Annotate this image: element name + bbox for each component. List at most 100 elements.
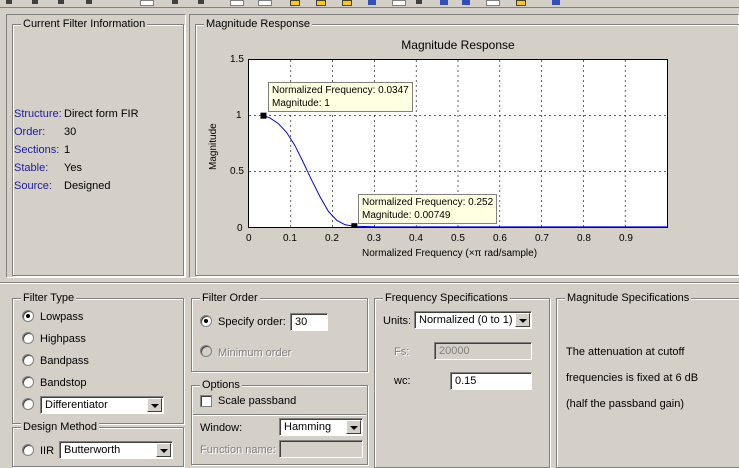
options-title: Options: [200, 378, 242, 392]
datatip-stopband[interactable]: Normalized Frequency: 0.252 Magnitude: 0…: [358, 194, 498, 224]
lowpass-radio[interactable]: [22, 310, 34, 322]
chevron-down-icon[interactable]: [515, 313, 530, 327]
magnitude-icon[interactable]: [290, 0, 300, 6]
divider: [0, 282, 739, 284]
datatip-passband-frequency: Normalized Frequency: 0.0347: [272, 85, 409, 96]
print-icon[interactable]: [86, 0, 92, 4]
iir-radio[interactable]: [22, 444, 34, 456]
whats-this-icon[interactable]: [552, 0, 560, 5]
zoom-out-icon[interactable]: [198, 0, 204, 4]
iir-method-select-value: Butterworth: [64, 444, 121, 456]
zoom-in-icon[interactable]: [172, 0, 178, 4]
bandpass-label[interactable]: Bandpass: [40, 354, 89, 368]
open-icon[interactable]: [32, 0, 38, 4]
info-row-structure: Structure: Direct form FIR: [14, 107, 139, 121]
info-row-order: Order: 30: [14, 125, 76, 139]
bandstop-label[interactable]: Bandstop: [40, 376, 86, 390]
magnitude-specs-title: Magnitude Specifications: [565, 291, 692, 305]
xtick-label: 0.9: [619, 233, 633, 244]
pole-zero-icon[interactable]: [440, 0, 448, 5]
fs-label: Fs:: [394, 346, 410, 358]
order-value: 30: [64, 126, 77, 138]
order-input[interactable]: 30: [290, 313, 328, 331]
design-method-title: Design Method: [21, 420, 99, 434]
highpass-label[interactable]: Highpass: [40, 332, 86, 346]
datatip-stopband-magnitude: Magnitude: 0.00749: [362, 210, 451, 221]
window-select-value: Hamming: [284, 421, 332, 433]
info-row-source: Source: Designed: [14, 179, 110, 193]
plot-title: Magnitude Response: [401, 38, 515, 52]
specify-order-radio[interactable]: [200, 315, 212, 327]
datatip-marker[interactable]: [351, 223, 358, 228]
iir-method-select[interactable]: Butterworth: [59, 441, 173, 459]
ytick-label: 1.5: [230, 54, 244, 65]
filter-order-title: Filter Order: [200, 291, 260, 305]
filter-type-select[interactable]: Differentiator: [40, 396, 164, 414]
impulse-icon[interactable]: [392, 0, 406, 6]
minimum-order-radio[interactable]: [200, 345, 212, 357]
frequency-specs-title: Frequency Specifications: [383, 291, 510, 305]
chevron-down-icon[interactable]: [156, 443, 171, 457]
mag-phase-icon[interactable]: [342, 0, 352, 6]
ytick-label: 1: [236, 110, 242, 121]
xtick-label: 0.4: [409, 233, 423, 244]
bandstop-radio[interactable]: [22, 376, 34, 388]
stable-value: Yes: [64, 162, 82, 174]
plot-xlabel: Normalized Frequency (×π rad/sample): [362, 248, 538, 259]
info-icon[interactable]: [486, 0, 500, 6]
order-label: Order:: [14, 126, 46, 138]
scale-passband-label[interactable]: Scale passband: [218, 394, 296, 408]
full-view-icon[interactable]: [230, 0, 244, 6]
xtick-label: 0.5: [451, 233, 465, 244]
sections-label: Sections:: [14, 144, 60, 156]
xtick-label: 0: [246, 233, 252, 244]
group-delay-icon[interactable]: [368, 0, 376, 5]
xtick-label: 0.1: [283, 233, 297, 244]
units-select[interactable]: Normalized (0 to 1): [414, 311, 532, 329]
minimum-order-label[interactable]: Minimum order: [218, 346, 291, 360]
specify-order-label[interactable]: Specify order:: [218, 315, 286, 329]
ytick-label: 0.5: [230, 166, 244, 177]
source-value: Designed: [64, 180, 111, 192]
filter-type-title: Filter Type: [21, 291, 77, 305]
scale-passband-checkbox[interactable]: [200, 395, 212, 407]
new-icon[interactable]: [6, 0, 12, 4]
phase-icon[interactable]: [316, 0, 326, 6]
magnitude-specs-line: (half the passband gain): [566, 398, 685, 410]
units-label: Units:: [383, 315, 412, 327]
other-type-radio[interactable]: [22, 398, 34, 410]
chevron-down-icon[interactable]: [147, 398, 162, 412]
xtick-label: 0.2: [325, 233, 339, 244]
step-icon[interactable]: [416, 0, 422, 4]
xtick-label: 0.3: [367, 233, 381, 244]
xtick-label: 0.6: [493, 233, 507, 244]
info-row-sections: Sections: 1: [14, 143, 70, 157]
datatip-stopband-frequency: Normalized Frequency: 0.252: [362, 197, 494, 208]
function-name-label: Function name:: [200, 444, 276, 456]
magnitude-response-group-title: Magnitude Response: [204, 17, 312, 31]
coefficients-icon[interactable]: [462, 0, 470, 5]
xtick-label: 0.8: [577, 233, 591, 244]
bandpass-radio[interactable]: [22, 354, 34, 366]
options-divider: [193, 414, 366, 415]
help-icon[interactable]: [516, 0, 526, 6]
structure-label: Structure:: [14, 108, 62, 120]
fs-input[interactable]: 20000: [434, 342, 532, 360]
wc-input[interactable]: 0.15: [450, 372, 532, 390]
function-name-input[interactable]: [279, 440, 363, 458]
save-icon[interactable]: [58, 0, 64, 4]
chevron-down-icon[interactable]: [346, 420, 361, 434]
datatip-marker[interactable]: [260, 112, 267, 119]
blank-icon[interactable]: [140, 0, 154, 6]
filter-type-select-value: Differentiator: [45, 399, 108, 411]
datatip-passband[interactable]: Normalized Frequency: 0.0347 Magnitude: …: [268, 82, 413, 112]
current-filter-info-title: Current Filter Information: [21, 17, 148, 31]
xtick-label: 0.7: [535, 233, 549, 244]
table-icon[interactable]: [258, 0, 272, 6]
wc-label: wc:: [394, 375, 411, 387]
magnitude-specs-line: frequencies is fixed at 6 dB: [566, 372, 699, 384]
window-select[interactable]: Hamming: [279, 418, 363, 436]
ytick-label: 0: [237, 223, 243, 234]
lowpass-label[interactable]: Lowpass: [40, 310, 83, 324]
highpass-radio[interactable]: [22, 332, 34, 344]
